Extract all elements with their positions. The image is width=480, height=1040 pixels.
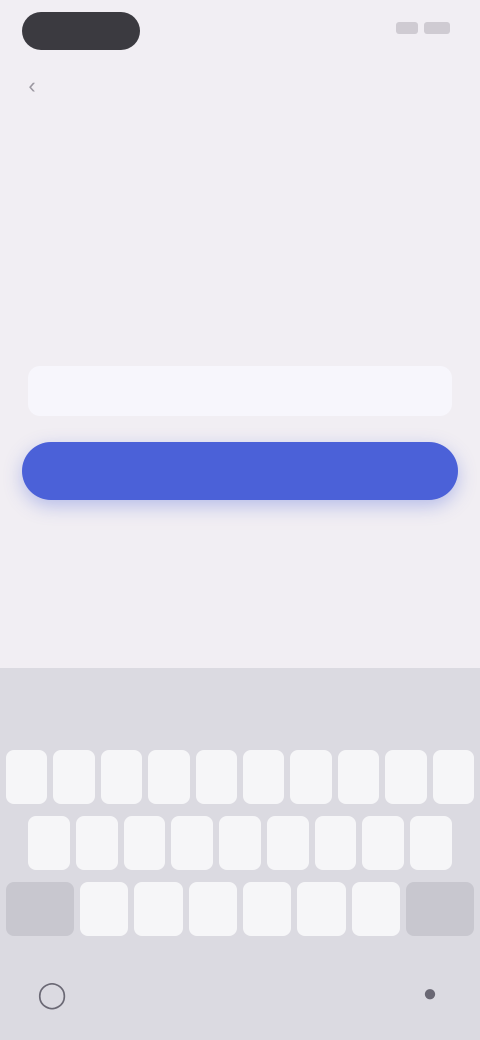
key[interactable] [337,750,380,804]
microphone-icon[interactable]: ● [410,974,450,1014]
backspace-key[interactable] [406,882,474,936]
key[interactable] [243,750,285,804]
key[interactable] [28,816,70,870]
battery-icon [424,22,450,34]
globe-icon[interactable]: ◯ [32,974,72,1014]
key[interactable] [242,882,292,936]
signal-icon [396,22,418,34]
dynamic-island [22,12,140,50]
keyboard: ◯ ● [0,668,480,1040]
key[interactable] [351,882,401,936]
keyboard-row-2 [28,816,453,870]
key[interactable] [297,882,346,936]
key[interactable] [134,882,183,936]
key[interactable] [123,816,166,870]
key[interactable] [79,882,129,936]
key[interactable] [195,750,238,804]
key[interactable] [385,750,427,804]
key[interactable] [75,816,118,870]
key[interactable] [100,750,143,804]
keyboard-row-1 [6,750,475,804]
key[interactable] [188,882,237,936]
back-arrow-icon[interactable]: ‹ [18,72,46,100]
keyboard-row-3 [6,882,474,936]
key[interactable] [432,750,475,804]
key[interactable] [290,750,332,804]
key[interactable] [53,750,95,804]
shift-key[interactable] [6,882,74,936]
status-bar [0,0,480,64]
keyboard-suggestion-row [0,682,480,730]
key[interactable] [148,750,190,804]
key[interactable] [6,750,48,804]
key[interactable] [362,816,405,870]
primary-button[interactable] [22,442,458,500]
top-bar: ‹ [0,64,480,112]
key[interactable] [171,816,214,870]
key[interactable] [410,816,453,870]
text-input[interactable] [28,366,452,416]
key[interactable] [266,816,309,870]
keyboard-bottom-bar: ◯ ● [0,964,480,1040]
status-icons [396,22,450,34]
key[interactable] [314,816,357,870]
key[interactable] [219,816,261,870]
